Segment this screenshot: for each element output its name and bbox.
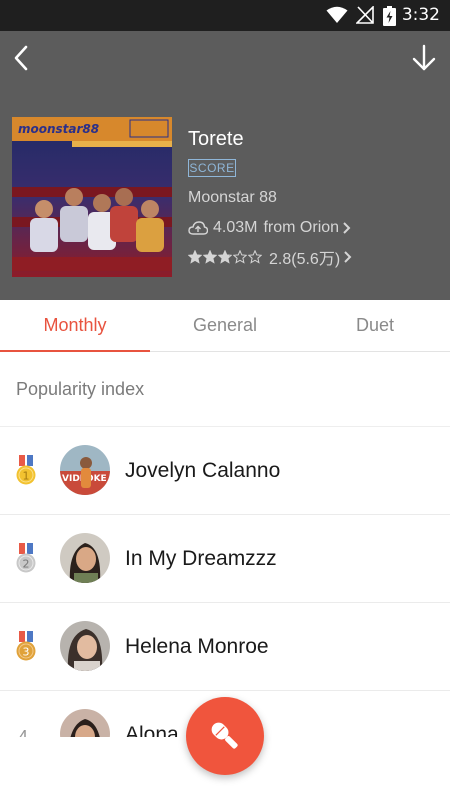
chevron-right-icon: [343, 222, 351, 234]
gold-medal-icon: 1: [16, 455, 36, 485]
status-bar: 3:32: [0, 0, 450, 31]
avatar: [60, 621, 110, 671]
leaderboard-row[interactable]: 1 VIDEOKE Jovelyn Calanno: [0, 427, 450, 515]
battery-charging-icon: [383, 6, 396, 26]
leaderboard-row[interactable]: 2 In My Dreamzzz: [0, 515, 450, 603]
ranking-tabs: Monthly General Duet: [0, 300, 450, 352]
no-signal-icon: [356, 6, 374, 24]
chevron-left-icon: [14, 45, 28, 71]
star-icon: [233, 250, 247, 264]
star-icon: [188, 250, 202, 264]
chevron-right-icon: [344, 251, 352, 263]
wifi-icon: [326, 6, 348, 23]
active-tab-indicator: [0, 350, 150, 352]
tab-duet[interactable]: Duet: [300, 300, 450, 352]
tab-general[interactable]: General: [150, 300, 300, 352]
back-button[interactable]: [8, 43, 38, 73]
plays-link[interactable]: 4.03M from Orion: [188, 218, 352, 238]
section-title: Popularity index: [16, 379, 145, 399]
artist-name[interactable]: Moonstar 88: [188, 189, 277, 207]
leaderboard-row[interactable]: 3 Helena Monroe: [0, 603, 450, 691]
svg-text:moonstar88: moonstar88: [18, 122, 99, 136]
star-icon: [203, 250, 217, 264]
tab-monthly[interactable]: Monthly: [0, 300, 150, 352]
microphone-icon: [211, 722, 238, 749]
status-time: 3:32: [401, 5, 440, 25]
avatar: VIDEOKE: [60, 445, 110, 495]
rating-text: 2.8(5.6万): [269, 251, 341, 268]
avatar: [60, 533, 110, 583]
download-button[interactable]: [410, 43, 438, 73]
song-header: moonstar88 Torete SCORE Moonstar 88 4.03…: [0, 31, 450, 300]
star-icon: [218, 250, 232, 264]
record-button[interactable]: [186, 697, 264, 775]
download-arrow-icon: [412, 44, 436, 71]
score-badge: SCORE: [188, 159, 236, 177]
plays-source: from Orion: [263, 219, 340, 236]
svg-text:2: 2: [23, 558, 30, 571]
silver-medal-icon: 2: [16, 543, 36, 573]
svg-text:3: 3: [23, 646, 30, 659]
svg-text:1: 1: [23, 470, 30, 483]
user-name: Helena Monroe: [125, 635, 269, 658]
user-name: In My Dreamzzz: [125, 547, 277, 570]
album-cover: moonstar88: [12, 117, 172, 277]
app-screen: 3:32 moonstar88 Torete SCORE Moonstar 88…: [0, 0, 450, 800]
user-name: Jovelyn Calanno: [125, 459, 281, 482]
star-icon: [248, 250, 262, 264]
bronze-medal-icon: 3: [16, 631, 36, 661]
plays-count: 4.03M: [213, 219, 258, 236]
song-title: Torete: [188, 128, 244, 150]
star-rating: [188, 250, 263, 264]
cloud-upload-icon: [188, 221, 208, 235]
rating-link[interactable]: 2.8(5.6万): [188, 247, 353, 268]
